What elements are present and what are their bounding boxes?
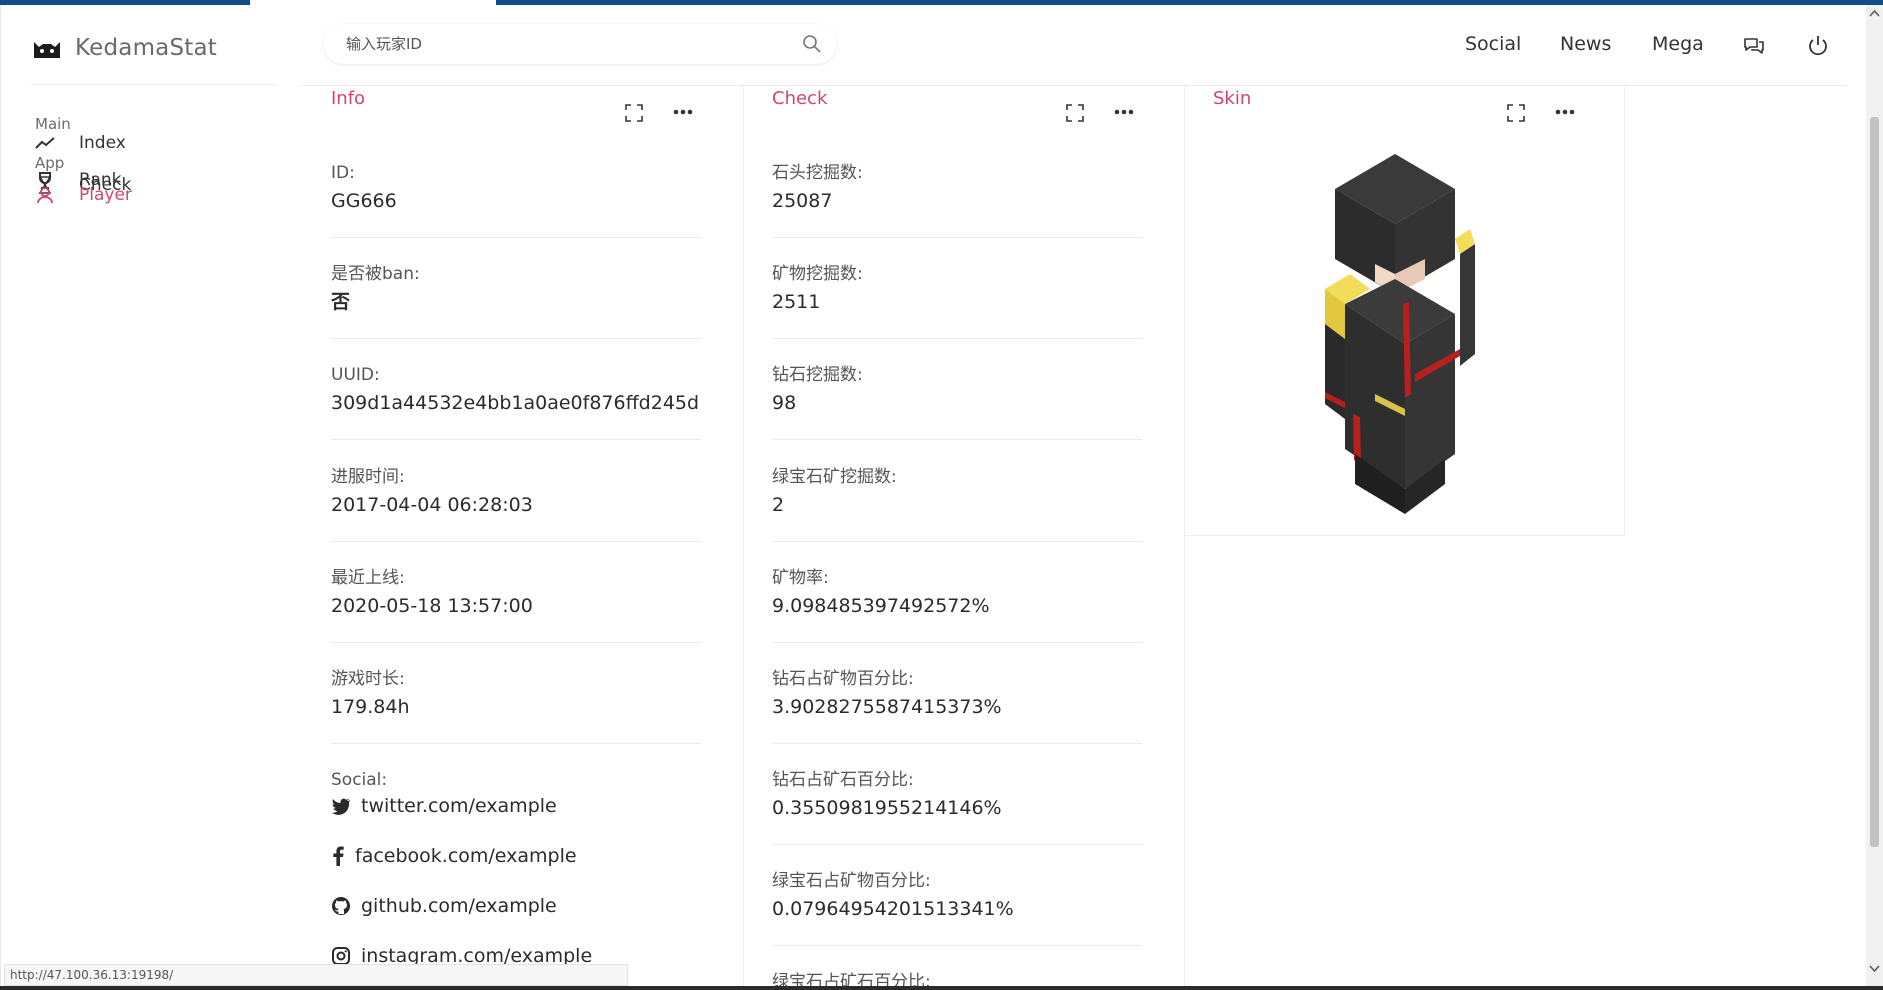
check-field-diamond: 钻石挖掘数: 98 <box>772 362 1142 440</box>
skin-panel: Skin <box>1185 86 1625 536</box>
window-bottom-edge <box>0 986 1883 990</box>
check-field-stone: 石头挖掘数: 25087 <box>772 160 1142 238</box>
field-value: 2020-05-18 13:57:00 <box>331 595 533 617</box>
social-link-text: facebook.com/example <box>355 845 577 867</box>
check-panel: Check 石头挖掘数: 25087 矿物挖掘数: 2511 钻石挖掘数: 98… <box>744 86 1184 990</box>
check-field-ore-rate: 矿物率: 9.098485397492572% <box>772 565 1142 643</box>
field-label: 石头挖掘数: <box>772 163 863 183</box>
field-value: 179.84h <box>331 696 410 718</box>
field-label: UUID: <box>331 365 380 385</box>
sidebar-heading-main: Main <box>35 115 71 133</box>
more-icon[interactable] <box>1114 106 1134 118</box>
power-icon[interactable] <box>1806 34 1830 58</box>
facebook-icon <box>333 846 344 866</box>
field-value: 2 <box>772 494 785 516</box>
sidebar-item-label: Index <box>79 133 126 153</box>
nav-social[interactable]: Social <box>1465 33 1521 55</box>
player-skin-render <box>1325 154 1475 514</box>
info-panel: Info ID: GG666 是否被ban: 否 UUID: 309d1a445… <box>303 86 743 990</box>
search-input[interactable] <box>346 32 776 56</box>
check-field-diamond-ore-pct: 钻石占矿物百分比: 3.9028275587415373% <box>772 666 1142 744</box>
social-link-text: github.com/example <box>361 895 557 917</box>
social-link-facebook[interactable]: facebook.com/example <box>331 845 577 867</box>
more-icon[interactable] <box>673 106 693 118</box>
nav-news[interactable]: News <box>1560 33 1611 55</box>
social-link-github[interactable]: github.com/example <box>331 895 557 917</box>
more-icon[interactable] <box>1555 106 1575 118</box>
status-url: http://47.100.36.13:19198/ <box>4 964 628 986</box>
field-value: 25087 <box>772 190 833 212</box>
field-value: 309d1a44532e4bb1a0ae0f876ffd245d <box>331 392 700 414</box>
sidebar-item-label: Player <box>79 185 132 205</box>
sidebar-item-index[interactable]: Index <box>35 133 126 153</box>
field-value: 9.098485397492572% <box>772 595 990 617</box>
field-label: 矿物挖掘数: <box>772 264 863 284</box>
social-link-twitter[interactable]: twitter.com/example <box>331 795 557 817</box>
info-field-id: ID: GG666 <box>331 160 701 238</box>
player-icon <box>37 187 53 204</box>
brand[interactable]: KedamaStat <box>33 35 217 61</box>
github-icon <box>332 897 350 915</box>
field-label: 矿物率: <box>772 568 829 588</box>
field-label: 绿宝石矿挖掘数: <box>772 467 897 487</box>
check-field-emerald-ore-pct: 绿宝石占矿物百分比: 0.07964954201513341% <box>772 868 1142 946</box>
expand-icon[interactable] <box>1507 104 1525 122</box>
field-label: Social: <box>331 770 388 790</box>
field-label: 钻石占矿石百分比: <box>772 770 914 790</box>
trend-line-icon <box>35 137 55 149</box>
sidebar: KedamaStat Main Index App Rank Check Pla… <box>0 5 300 990</box>
field-label: 进服时间: <box>331 467 405 487</box>
expand-icon[interactable] <box>625 104 643 122</box>
field-label: 游戏时长: <box>331 669 405 689</box>
cat-logo-icon <box>34 42 60 58</box>
search-box[interactable] <box>324 24 836 64</box>
field-label: 最近上线: <box>331 568 405 588</box>
field-value: GG666 <box>331 190 397 212</box>
info-field-last-online: 最近上线: 2020-05-18 13:57:00 <box>331 565 701 643</box>
check-field-diamond-stone-pct: 钻石占矿石百分比: 0.3550981955214146% <box>772 767 1142 845</box>
scroll-down-arrow-icon[interactable] <box>1869 963 1880 973</box>
scrollbar[interactable] <box>1866 5 1883 990</box>
sidebar-divider <box>31 84 277 85</box>
chat-icon[interactable] <box>1742 34 1766 58</box>
field-value: 0.07964954201513341% <box>772 898 1014 920</box>
twitter-icon <box>331 798 350 815</box>
info-field-uuid: UUID: 309d1a44532e4bb1a0ae0f876ffd245d <box>331 362 701 440</box>
social-link-text: twitter.com/example <box>361 795 557 817</box>
brand-name: KedamaStat <box>75 35 218 61</box>
field-value: 2017-04-04 06:28:03 <box>331 494 533 516</box>
scrollbar-thumb[interactable] <box>1870 117 1879 847</box>
info-panel-title: Info <box>331 88 366 109</box>
check-field-ore: 矿物挖掘数: 2511 <box>772 261 1142 339</box>
info-field-join-time: 进服时间: 2017-04-04 06:28:03 <box>331 464 701 542</box>
info-field-banned: 是否被ban: 否 <box>331 261 701 339</box>
skin-panel-title: Skin <box>1213 88 1252 109</box>
field-value: 98 <box>772 392 797 414</box>
field-label: ID: <box>331 163 355 183</box>
field-label: 是否被ban: <box>331 264 420 284</box>
instagram-icon <box>332 947 350 965</box>
info-field-social: Social: <box>331 767 701 793</box>
sidebar-item-player[interactable]: Player <box>35 185 132 205</box>
scroll-up-arrow-icon[interactable] <box>1869 9 1880 19</box>
expand-icon[interactable] <box>1066 104 1084 122</box>
field-value: 3.9028275587415373% <box>772 696 1002 718</box>
field-label: 钻石占矿物百分比: <box>772 669 914 689</box>
field-label: 绿宝石占矿物百分比: <box>772 871 931 891</box>
check-field-emerald: 绿宝石矿挖掘数: 2 <box>772 464 1142 542</box>
field-value: 2511 <box>772 291 821 313</box>
field-value: 0.3550981955214146% <box>772 797 1002 819</box>
field-value: 否 <box>331 291 351 313</box>
field-label: 钻石挖掘数: <box>772 365 863 385</box>
search-icon[interactable] <box>802 34 822 54</box>
check-panel-title: Check <box>772 88 828 109</box>
nav-mega[interactable]: Mega <box>1652 33 1704 55</box>
info-field-playtime: 游戏时长: 179.84h <box>331 666 701 744</box>
